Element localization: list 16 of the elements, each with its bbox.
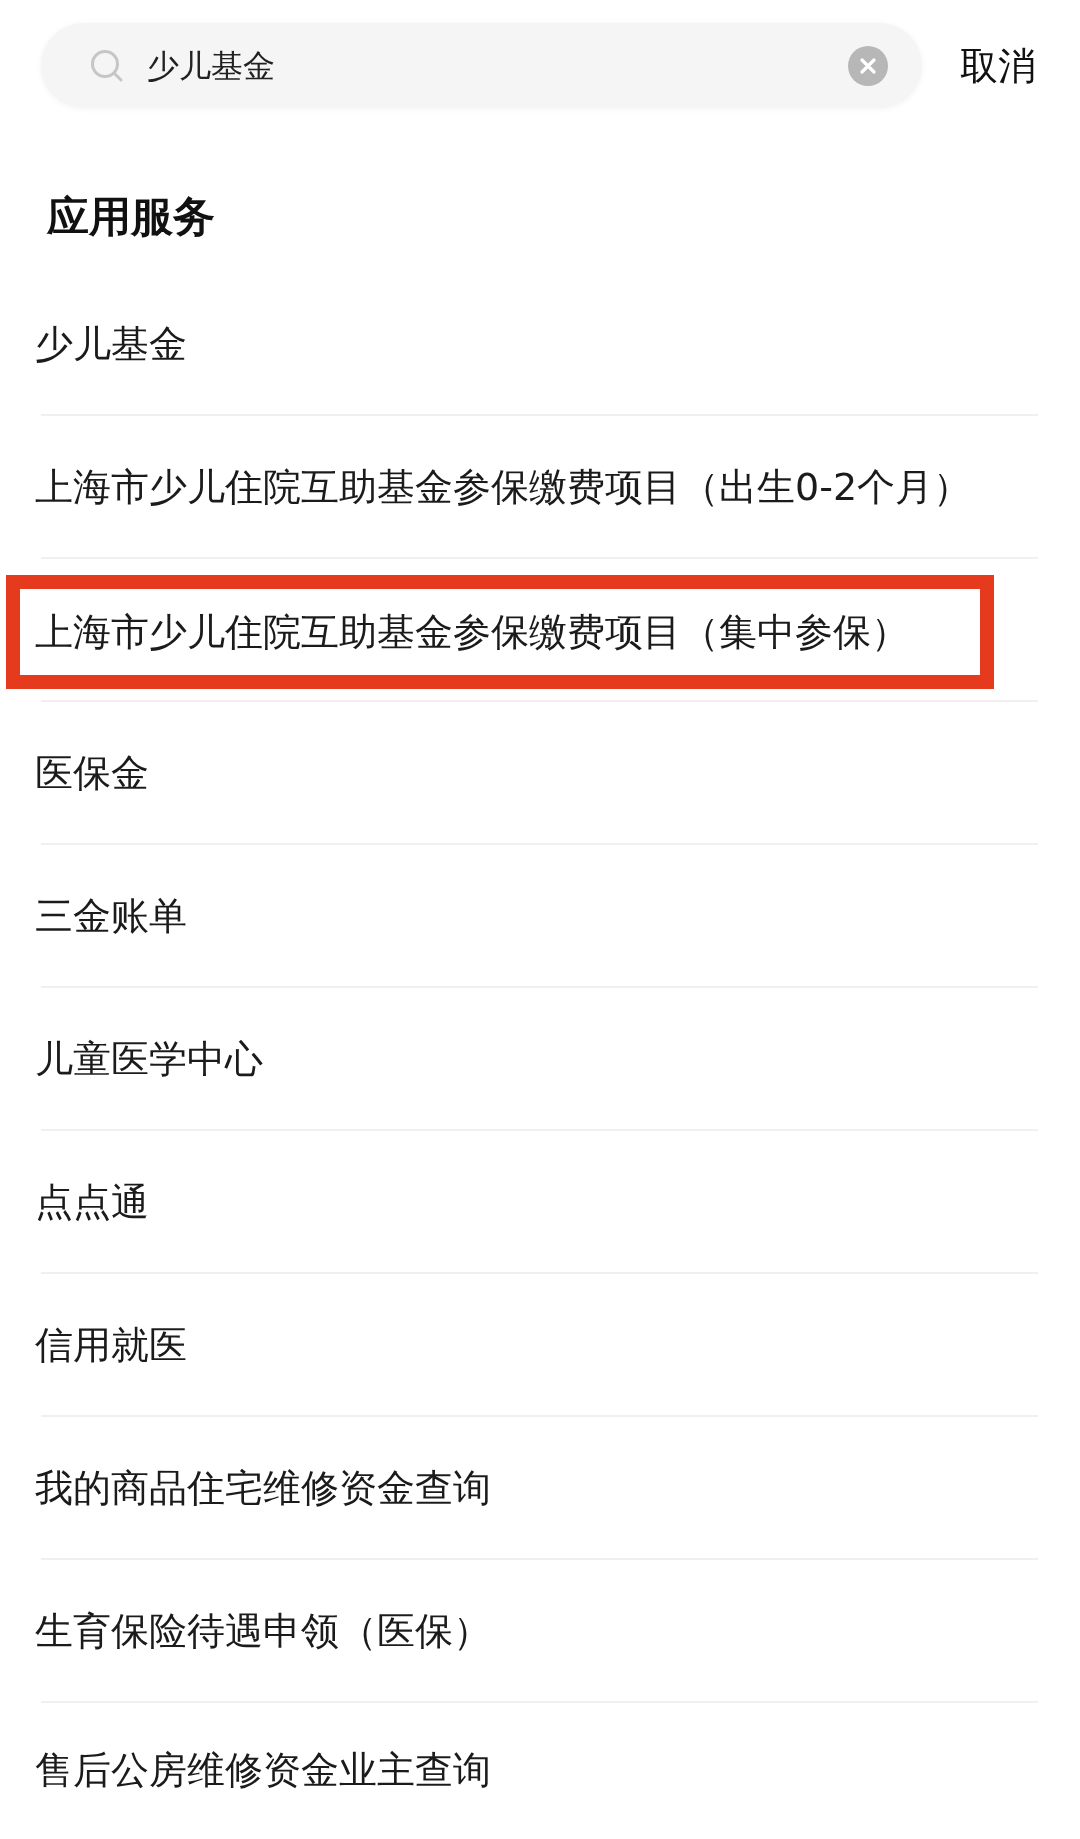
result-item[interactable]: 信用就医: [35, 1321, 187, 1368]
result-item[interactable]: 三金账单: [35, 892, 187, 939]
result-item[interactable]: 售后公房维修资金业主查询: [35, 1746, 491, 1793]
search-field[interactable]: 少儿基金: [41, 23, 922, 108]
section-title: 应用服务: [47, 192, 215, 242]
result-item[interactable]: 我的商品住宅维修资金查询: [35, 1464, 491, 1511]
result-item[interactable]: 点点通: [35, 1178, 149, 1225]
cancel-button[interactable]: 取消: [960, 42, 1036, 89]
result-item[interactable]: 生育保险待遇申领（医保）: [35, 1607, 491, 1654]
result-item[interactable]: 上海市少儿住院互助基金参保缴费项目（出生0-2个月）: [35, 463, 972, 510]
clear-icon[interactable]: [848, 45, 888, 86]
search-icon: [90, 49, 123, 82]
result-item[interactable]: 医保金: [35, 749, 149, 796]
result-item[interactable]: 上海市少儿住院互助基金参保缴费项目（集中参保）: [35, 609, 909, 655]
result-item[interactable]: 少儿基金: [35, 320, 187, 367]
result-item[interactable]: 儿童医学中心: [35, 1035, 263, 1082]
